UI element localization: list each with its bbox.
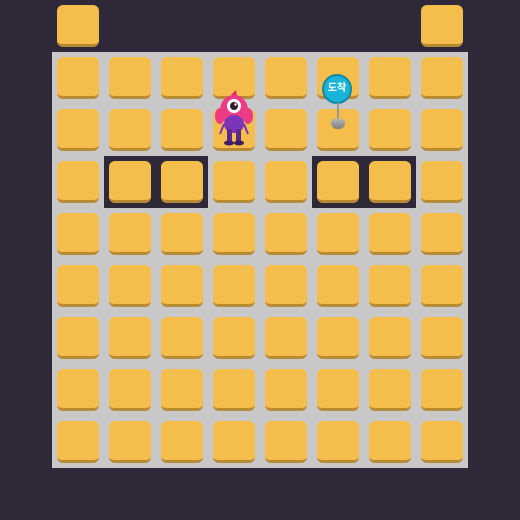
grid-tile[interactable] [421,109,463,151]
goal-flag-icon: 도착 [322,74,354,134]
corner-tile-right [421,5,463,47]
grid-tile[interactable] [213,265,255,307]
grid-tile[interactable] [421,161,463,203]
grid-tile[interactable] [369,57,411,99]
grid-tile[interactable] [161,109,203,151]
grid-tile[interactable] [213,369,255,411]
grid-tile[interactable] [317,213,359,255]
grid-tile[interactable] [161,57,203,99]
grid-tile[interactable] [161,369,203,411]
grid-tile[interactable] [369,369,411,411]
grid-tile[interactable] [421,265,463,307]
grid-tile[interactable] [421,369,463,411]
grid-tile[interactable] [161,421,203,463]
grid-tile[interactable] [369,109,411,151]
grid-tile[interactable] [317,421,359,463]
grid-tile[interactable] [109,57,151,99]
goal-base [331,119,345,129]
grid-tile[interactable] [265,421,307,463]
grid-tile[interactable] [421,57,463,99]
hole-tile[interactable] [161,161,203,203]
grid-tile[interactable] [369,317,411,359]
grid-tile[interactable] [265,161,307,203]
grid-tile[interactable] [161,317,203,359]
grid-tile[interactable] [265,265,307,307]
hole-tile[interactable] [109,161,151,203]
grid-tile[interactable] [213,421,255,463]
grid-tile[interactable] [57,213,99,255]
grid-tile[interactable] [57,57,99,99]
corner-tile-left [57,5,99,47]
hole-tile[interactable] [369,161,411,203]
grid-tile[interactable] [265,369,307,411]
grid-tile[interactable] [57,369,99,411]
grid-tile[interactable] [57,109,99,151]
grid-tile[interactable] [57,265,99,307]
goal-label: 도착 [322,74,352,104]
grid-tile[interactable] [57,317,99,359]
hole-tile[interactable] [317,161,359,203]
grid-tile[interactable] [161,213,203,255]
grid-tile[interactable] [213,161,255,203]
game-stage: 도착 [0,0,520,520]
grid-tile[interactable] [421,317,463,359]
grid-tile[interactable] [265,57,307,99]
grid-tile[interactable] [265,317,307,359]
grid-tile[interactable] [265,109,307,151]
grid-tile[interactable] [317,369,359,411]
grid-tile[interactable] [161,265,203,307]
grid-tile[interactable] [109,213,151,255]
grid-tile[interactable] [369,213,411,255]
grid-tile[interactable] [317,265,359,307]
grid-tile[interactable] [109,265,151,307]
grid-tile[interactable] [109,421,151,463]
grid-tile[interactable] [109,317,151,359]
grid-tile[interactable] [369,265,411,307]
grid-tile[interactable] [109,109,151,151]
game-board [52,52,468,468]
grid-tile[interactable] [317,317,359,359]
grid-tile[interactable] [57,421,99,463]
grid-tile[interactable] [421,421,463,463]
grid-tile[interactable] [213,213,255,255]
player-monster-icon [215,90,253,146]
grid-tile[interactable] [265,213,307,255]
grid-tile[interactable] [421,213,463,255]
grid-tile[interactable] [109,369,151,411]
grid-tile[interactable] [369,421,411,463]
grid-tile[interactable] [57,161,99,203]
grid-tile[interactable] [213,317,255,359]
